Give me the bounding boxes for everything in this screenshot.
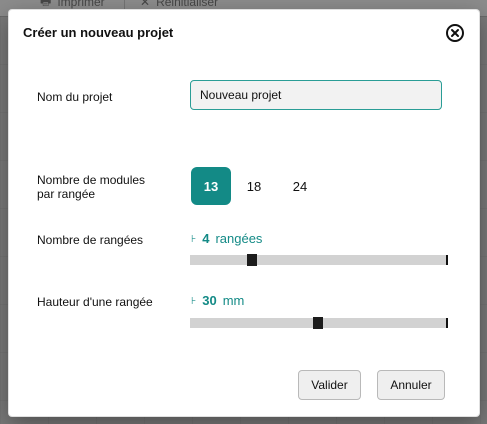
modules-per-row-options: 13 18 24 — [191, 167, 323, 205]
validate-button[interactable]: Valider — [298, 370, 361, 400]
row-count-slider[interactable] — [190, 254, 448, 266]
modules-option-13[interactable]: 13 — [191, 167, 231, 205]
modules-per-row-label-line2: par rangée — [37, 187, 96, 201]
modules-option-18[interactable]: 18 — [231, 167, 277, 205]
row-count-value: ⊦ 4 rangées — [191, 231, 262, 246]
row-height-slider[interactable] — [190, 317, 448, 329]
project-name-label: Nom du projet — [37, 90, 113, 104]
row-count-label: Nombre de rangées — [37, 233, 144, 247]
modules-per-row-label: Nombre de modules par rangée — [37, 173, 177, 201]
background-print-label: Imprimer — [57, 0, 105, 9]
project-name-input[interactable] — [190, 80, 442, 110]
row-height-prefix: ⊦ — [191, 296, 197, 307]
modules-option-24[interactable]: 24 — [277, 167, 323, 205]
row-count-unit: rangées — [215, 231, 263, 246]
dialog-close-button[interactable] — [445, 23, 465, 43]
background-reset-label: Réinitialiser — [156, 0, 219, 9]
row-count-prefix: ⊦ — [191, 234, 197, 245]
modules-per-row-label-line1: Nombre de modules — [37, 173, 146, 187]
close-icon: ✕ — [140, 0, 151, 9]
close-icon — [446, 24, 464, 42]
row-count-slider-thumb[interactable] — [247, 254, 257, 266]
row-height-number: 30 — [202, 293, 217, 308]
create-project-dialog: Créer un nouveau projet Nom du projet No… — [8, 9, 480, 417]
dialog-title: Créer un nouveau projet — [23, 25, 174, 40]
row-height-label: Hauteur d'une rangée — [37, 295, 153, 309]
cancel-button[interactable]: Annuler — [377, 370, 445, 400]
row-count-number: 4 — [202, 231, 210, 246]
row-height-value: ⊦ 30 mm — [191, 293, 244, 308]
row-height-slider-thumb[interactable] — [313, 317, 323, 329]
row-height-unit: mm — [222, 293, 245, 308]
